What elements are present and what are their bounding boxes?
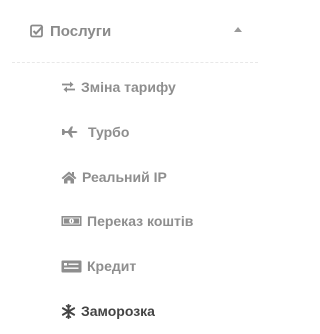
snowflake-icon [61,303,76,319]
menu-item-real-ip[interactable]: Реальний IP [61,166,167,188]
menu-item-label: Турбо [88,124,130,140]
menu-item-label: Переказ коштів [87,213,194,229]
chevron-up-icon[interactable] [234,27,242,32]
menu-item-label: Реальний IP [82,169,167,185]
menu-item-transfer-funds[interactable]: Переказ коштів [61,210,193,232]
menu-item-change-tariff[interactable]: Зміна тарифу [61,76,176,98]
services-menu: Послуги Зміна тарифу Турбо Реальний IP П… [0,0,270,334]
services-section-label: Послуги [50,22,112,40]
plane-icon [61,126,80,138]
menu-item-credit[interactable]: Кредит [61,255,136,277]
menu-item-label: Зміна тарифу [81,79,176,95]
menu-item-turbo[interactable]: Турбо [61,121,129,143]
exchange-icon [61,81,76,93]
divider [12,62,258,63]
menu-item-freeze[interactable]: Заморозка [61,300,155,322]
menu-item-label: Кредит [87,258,137,274]
menu-item-label: Заморозка [81,303,155,319]
credit-card-icon [61,260,82,273]
home-icon [61,171,77,184]
money-icon [61,215,82,227]
services-section-header[interactable]: Послуги [30,18,252,44]
checkbox-icon [30,24,44,38]
